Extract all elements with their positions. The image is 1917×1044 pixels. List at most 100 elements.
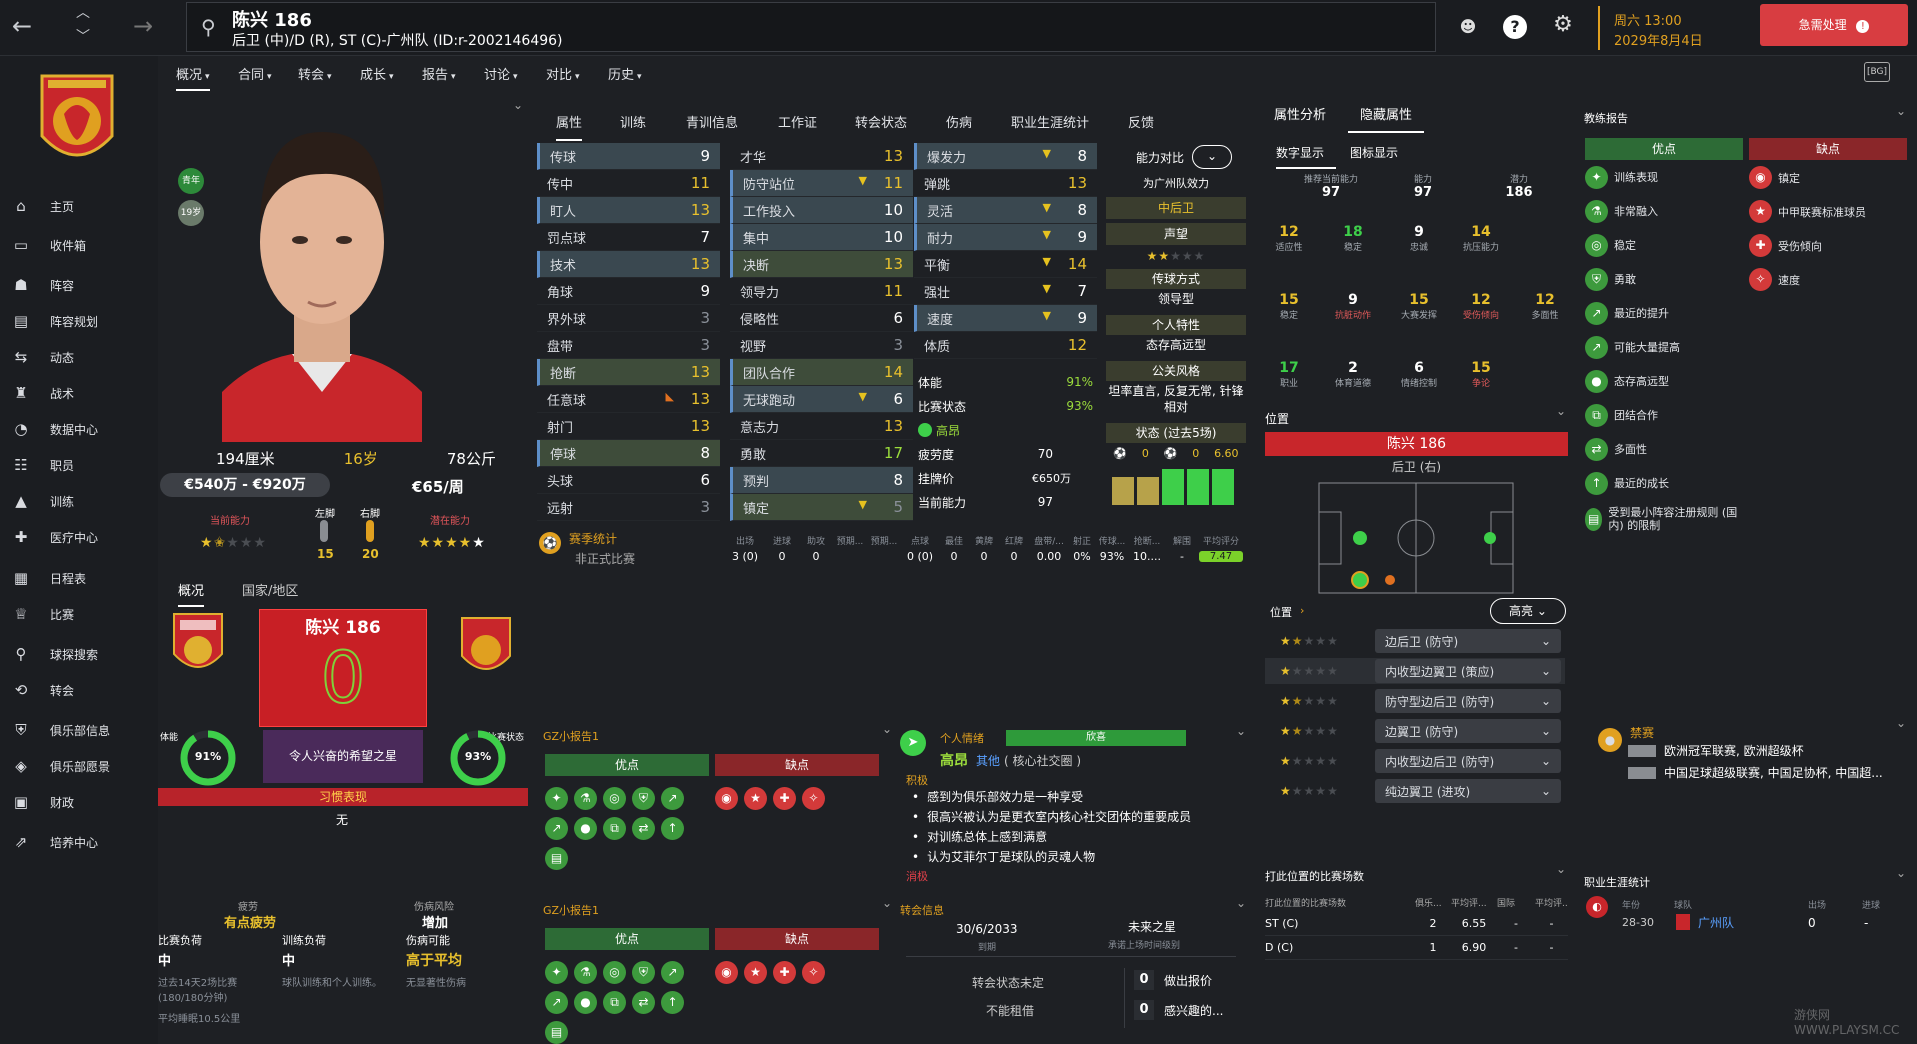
attribute-row[interactable]: 才华 13 <box>730 143 913 170</box>
forward-arrow-icon[interactable]: → <box>133 12 153 40</box>
transfer-info-title[interactable]: 转会信息 <box>900 902 944 918</box>
sidebar-item-vision[interactable]: ◈ 俱乐部愿景 <box>0 752 158 780</box>
role-name-box[interactable]: 内收型边翼卫 (策应) ⌄ <box>1375 659 1561 683</box>
submenu-item-7[interactable]: 历史 ▾ <box>608 64 642 83</box>
down-chevron-icon[interactable]: ﹀ <box>76 26 90 46</box>
role-row[interactable]: ★★★★★ 内收型边翼卫 (策应) ⌄ <box>1265 658 1565 684</box>
report1-collapse-icon[interactable]: ⌄ <box>882 722 892 736</box>
club-logo[interactable] <box>34 66 120 178</box>
career-team[interactable]: 广州队 <box>1698 914 1734 931</box>
attribute-row[interactable]: 传中 11 <box>537 170 720 197</box>
attribute-row[interactable]: 工作投入 10 <box>730 197 913 224</box>
ban-collapse-icon[interactable]: ⌄ <box>1896 716 1906 730</box>
attribute-row[interactable]: 勇敢 17 <box>730 440 913 467</box>
coach-collapse-icon[interactable]: ⌄ <box>1896 104 1906 118</box>
attribute-row[interactable]: 界外球 3 <box>537 305 720 332</box>
tab-overview[interactable]: 概况 <box>178 580 205 607</box>
season-title[interactable]: 赛季统计 <box>569 530 617 547</box>
role-name-box[interactable]: 边后卫 (防守) ⌄ <box>1375 629 1561 653</box>
attribute-row[interactable]: 盯人 13 <box>537 197 720 224</box>
attribute-row[interactable]: 决断 13 <box>730 251 913 278</box>
role-row[interactable]: ★★★★★ 防守型边后卫 (防守) ⌄ <box>1265 688 1565 714</box>
role-row[interactable]: ★★★★★ 内收型边后卫 (防守) ⌄ <box>1265 748 1565 774</box>
mood-title[interactable]: 个人情绪 <box>940 730 984 746</box>
report1-title[interactable]: GZ小报告1 <box>543 728 599 744</box>
attribute-row[interactable]: 远射 3 <box>537 494 720 521</box>
attribute-row[interactable]: 停球 8 <box>537 440 720 467</box>
sidebar-item-squad[interactable]: ☗ 阵容 <box>0 271 158 299</box>
highlight-dropdown[interactable]: 高亮 ⌄ <box>1490 598 1566 624</box>
attribute-row[interactable]: 团队合作 14 <box>730 359 913 386</box>
attribute-row[interactable]: 耐力 ▼ 9 <box>914 224 1097 251</box>
compare-dropdown[interactable]: ⌄ <box>1192 145 1233 169</box>
attr-tab-5[interactable]: 伤病 <box>946 112 972 131</box>
tab-hidden-attributes[interactable]: 隐藏属性 <box>1348 104 1425 133</box>
mood-collapse-icon[interactable]: ⌄ <box>1236 724 1246 738</box>
role-name-box[interactable]: 内收型边后卫 (防守) ⌄ <box>1375 749 1561 773</box>
attr-tab-0[interactable]: 属性 <box>556 112 583 141</box>
up-chevron-icon[interactable]: ︿ <box>76 2 90 22</box>
tab-nation[interactable]: 国家/地区 <box>242 580 298 599</box>
attr-tab-4[interactable]: 转会状态 <box>855 112 907 131</box>
attr-tab-7[interactable]: 反馈 <box>1128 112 1154 131</box>
report2-title[interactable]: GZ小报告1 <box>543 902 599 918</box>
played-collapse-icon[interactable]: ⌄ <box>1556 862 1566 876</box>
attribute-row[interactable]: 爆发力 ▼ 8 <box>914 143 1097 170</box>
sidebar-item-medical[interactable]: ✚ 医疗中心 <box>0 523 158 551</box>
sidebar-item-planner[interactable]: ▤ 阵容规划 <box>0 307 158 335</box>
sidebar-item-transfer[interactable]: ⟲ 转会 <box>0 676 158 704</box>
attribute-row[interactable]: 视野 3 <box>730 332 913 359</box>
submenu-item-3[interactable]: 成长 ▾ <box>360 64 394 83</box>
attribute-row[interactable]: 防守站位 ▼ 11 <box>730 170 913 197</box>
position-more-icon[interactable]: › <box>1300 604 1304 617</box>
tab-attribute-analysis[interactable]: 属性分析 <box>1274 104 1326 123</box>
attribute-row[interactable]: 角球 9 <box>537 278 720 305</box>
submenu-item-2[interactable]: 转会 ▾ <box>298 64 332 83</box>
attr-tab-1[interactable]: 训练 <box>620 112 646 131</box>
brain-icon[interactable]: ☻ <box>1456 15 1480 39</box>
sidebar-item-club[interactable]: ⛨ 俱乐部信息 <box>0 716 158 744</box>
attribute-row[interactable]: 射门 13 <box>537 413 720 440</box>
attribute-row[interactable]: 集中 10 <box>730 224 913 251</box>
game-date[interactable]: 周六 13:00 2029年8月4日 <box>1598 6 1738 50</box>
attribute-row[interactable]: 罚点球 7 <box>537 224 720 251</box>
role-row[interactable]: ★★★★★ 边翼卫 (防守) ⌄ <box>1265 718 1565 744</box>
help-icon[interactable]: ? <box>1503 15 1527 39</box>
submenu-item-4[interactable]: 报告 ▾ <box>422 64 456 83</box>
submenu-item-1[interactable]: 合同 ▾ <box>238 64 272 83</box>
sidebar-item-home[interactable]: ⌂ 主页 <box>0 192 158 220</box>
sidebar-item-staff[interactable]: ☷ 职员 <box>0 451 158 479</box>
attribute-row[interactable]: 意志力 13 <box>730 413 913 440</box>
submenu-item-6[interactable]: 对比 ▾ <box>546 64 580 83</box>
position-collapse-icon[interactable]: ⌄ <box>1556 404 1566 418</box>
numeric-view-tab[interactable]: 数字显示 <box>1276 144 1337 169</box>
attribute-row[interactable]: 传球 9 <box>537 143 720 170</box>
report2-collapse-icon[interactable]: ⌄ <box>882 896 892 910</box>
role-row[interactable]: ★★★★★ 边后卫 (防守) ⌄ <box>1265 628 1565 654</box>
role-row[interactable]: ★★★★★ 纯边翼卫 (进攻) ⌄ <box>1265 778 1565 804</box>
sidebar-item-calendar[interactable]: ▦ 日程表 <box>0 564 158 592</box>
attribute-row[interactable]: 任意球 ◣ 13 <box>537 386 720 413</box>
attribute-row[interactable]: 镇定 ▼ 5 <box>730 494 913 521</box>
icon-view-tab[interactable]: 图标显示 <box>1350 144 1398 161</box>
attr-tab-6[interactable]: 职业生涯统计 <box>1011 112 1089 131</box>
attribute-row[interactable]: 弹跳 13 <box>914 170 1097 197</box>
attribute-row[interactable]: 平衡 ▼ 14 <box>914 251 1097 278</box>
urgent-action-button[interactable]: 急需处理 ! <box>1760 4 1908 46</box>
sidebar-item-finance[interactable]: ▣ 财政 <box>0 788 158 816</box>
attribute-row[interactable]: 速度 ▼ 9 <box>914 305 1097 332</box>
collapse-chevron-icon[interactable]: ⌄ <box>513 98 523 112</box>
attribute-row[interactable]: 技术 13 <box>537 251 720 278</box>
attr-tab-3[interactable]: 工作证 <box>778 112 817 131</box>
role-name-box[interactable]: 纯边翼卫 (进攻) ⌄ <box>1375 779 1561 803</box>
sidebar-item-data[interactable]: ◔ 数据中心 <box>0 415 158 443</box>
attribute-row[interactable]: 领导力 11 <box>730 278 913 305</box>
attr-tab-2[interactable]: 青训信息 <box>686 112 738 131</box>
attribute-row[interactable]: 强壮 ▼ 7 <box>914 278 1097 305</box>
attribute-row[interactable]: 侵略性 6 <box>730 305 913 332</box>
attribute-row[interactable]: 抢断 13 <box>537 359 720 386</box>
attribute-row[interactable]: 头球 6 <box>537 467 720 494</box>
attribute-row[interactable]: 灵活 ▼ 8 <box>914 197 1097 224</box>
sidebar-item-trophy[interactable]: ♕ 比赛 <box>0 600 158 628</box>
sidebar-item-training[interactable]: ▲ 训练 <box>0 487 158 515</box>
